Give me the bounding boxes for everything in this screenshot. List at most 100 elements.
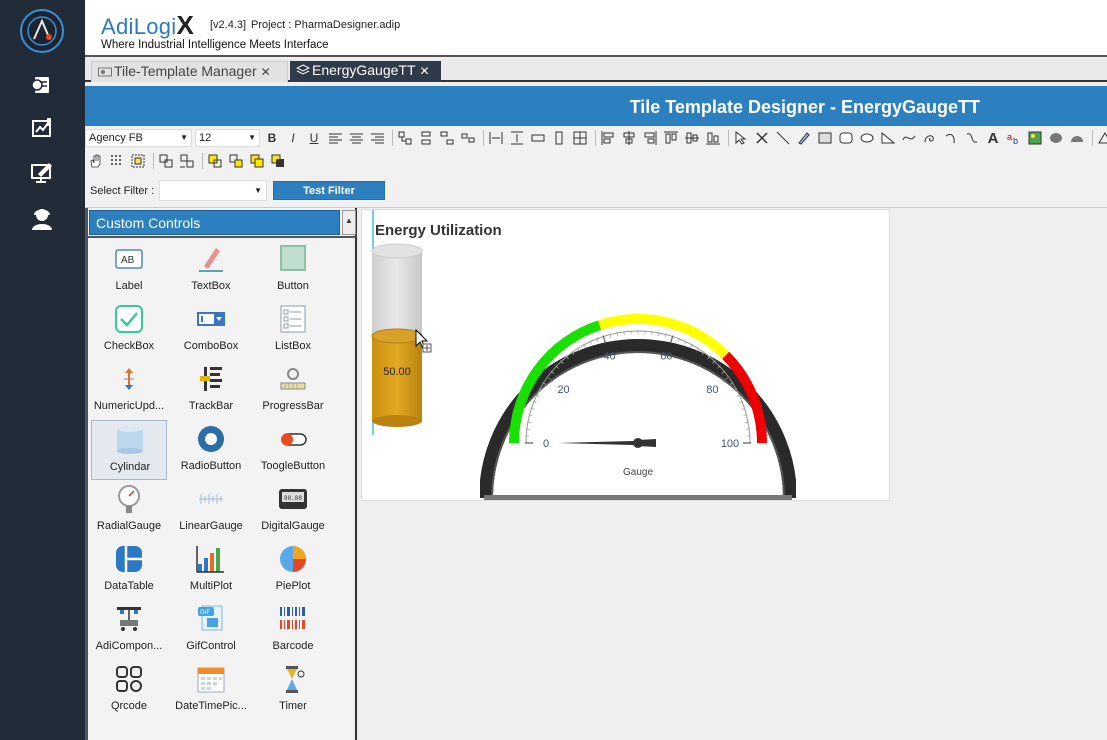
send-to-back-icon[interactable] xyxy=(227,152,245,170)
control-item-progressbar[interactable]: ProgressBar xyxy=(255,360,331,420)
control-item-multiplot[interactable]: MultiPlot xyxy=(173,540,249,600)
distribute-vertical-icon[interactable] xyxy=(508,129,526,147)
delete-x-icon[interactable] xyxy=(753,129,771,147)
control-item-qrcode[interactable]: Qrcode xyxy=(91,660,167,720)
barcode-icon xyxy=(278,604,308,634)
bring-to-front-icon[interactable] xyxy=(206,152,224,170)
control-item-radiobutton[interactable]: RadioButton xyxy=(173,420,249,480)
control-item-datetime-picker[interactable]: DateTimePic... xyxy=(173,660,249,720)
chevron-down-icon: ▼ xyxy=(180,133,188,142)
triangle-tool-icon[interactable] xyxy=(879,129,897,147)
control-item-timer[interactable]: Timer xyxy=(255,660,331,720)
control-item-label: ProgressBar xyxy=(262,400,324,412)
control-item-label[interactable]: AB Label xyxy=(91,240,167,300)
scroll-up-icon[interactable]: ▲ xyxy=(345,216,353,225)
same-width-icon[interactable] xyxy=(529,129,547,147)
align-left-icon[interactable] xyxy=(326,129,344,147)
control-item-radial-gauge[interactable]: RadialGauge xyxy=(91,480,167,540)
align-center-icon[interactable] xyxy=(347,129,365,147)
tab-tile-template-manager[interactable]: Tile-Template Manager ✕ xyxy=(91,61,288,82)
group-icon[interactable] xyxy=(157,152,175,170)
space-even-icon[interactable] xyxy=(459,129,477,147)
align-bottoms-icon[interactable] xyxy=(704,129,722,147)
button-icon xyxy=(278,244,308,274)
ungroup-icon[interactable] xyxy=(178,152,196,170)
panel-scrollbar[interactable]: ▲ xyxy=(342,210,356,235)
settings-page-icon[interactable] xyxy=(29,72,55,98)
same-size-icon[interactable] xyxy=(571,129,589,147)
cylinder-value: 50.00 xyxy=(383,366,411,378)
radial-gauge-control[interactable]: 0 20 40 60 80 100 Gauge xyxy=(479,285,797,501)
gif-icon: GIF xyxy=(196,604,226,634)
close-icon[interactable]: ✕ xyxy=(420,64,430,78)
control-item-toggle-button[interactable]: ToogleButton xyxy=(255,420,331,480)
send-backward-icon[interactable] xyxy=(269,152,287,170)
design-canvas[interactable]: Energy Utilization 50.00 0 20 40 60 80 1… xyxy=(357,208,1107,740)
text-style-icon[interactable]: ab xyxy=(1005,129,1023,147)
font-size-select[interactable]: 12 ▼ xyxy=(195,129,260,147)
line-tool-icon[interactable] xyxy=(774,129,792,147)
select-filter-label: Select Filter : xyxy=(90,185,155,197)
select-grid-icon[interactable] xyxy=(129,152,147,170)
space-vertical-icon[interactable] xyxy=(417,129,435,147)
half-circle-icon[interactable] xyxy=(1068,129,1086,147)
align-right-icon[interactable] xyxy=(368,129,386,147)
rectangle-tool-icon[interactable] xyxy=(816,129,834,147)
control-item-checkbox[interactable]: CheckBox xyxy=(91,300,167,360)
pointer-icon[interactable] xyxy=(732,129,750,147)
tab-energygaugett[interactable]: EnergyGaugeTT ✕ xyxy=(290,61,441,82)
image-tool-icon[interactable] xyxy=(1026,129,1044,147)
connector-icon[interactable] xyxy=(396,129,414,147)
text-tool-icon[interactable]: A xyxy=(984,129,1002,147)
datetime-picker-icon xyxy=(196,664,226,694)
bold-button[interactable]: B xyxy=(263,129,281,147)
ellipse-tool-icon[interactable] xyxy=(858,129,876,147)
control-item-pieplot[interactable]: PiePlot xyxy=(255,540,331,600)
bezier-tool-icon[interactable] xyxy=(963,129,981,147)
filter-select[interactable]: ▼ xyxy=(159,180,267,201)
control-item-gif[interactable]: GIF GifControl xyxy=(173,600,249,660)
italic-button[interactable]: I xyxy=(284,129,302,147)
control-item-button[interactable]: Button xyxy=(255,240,331,300)
distribute-horizontal-icon[interactable] xyxy=(487,129,505,147)
pen-tool-icon[interactable] xyxy=(795,129,813,147)
rounded-rectangle-tool-icon[interactable] xyxy=(837,129,855,147)
control-item-digital-gauge[interactable]: 88.88 DigitalGauge xyxy=(255,480,331,540)
test-filter-button[interactable]: Test Filter xyxy=(273,181,385,200)
hand-pan-icon[interactable] xyxy=(87,152,105,170)
designer-icon[interactable] xyxy=(29,115,55,141)
align-rights-icon[interactable] xyxy=(641,129,659,147)
align-centers-icon[interactable] xyxy=(620,129,638,147)
arc-tool-icon[interactable] xyxy=(942,129,960,147)
angle-tool-icon[interactable] xyxy=(1096,129,1107,147)
same-height-icon[interactable] xyxy=(550,129,568,147)
control-item-cylinder[interactable]: Cylindar xyxy=(91,420,167,480)
underline-button[interactable]: U xyxy=(305,129,323,147)
control-item-datatable[interactable]: DataTable xyxy=(91,540,167,600)
blob-shape-icon[interactable] xyxy=(1047,129,1065,147)
gauge-needle xyxy=(558,440,638,446)
close-icon[interactable]: ✕ xyxy=(261,65,271,79)
space-stagger-icon[interactable] xyxy=(438,129,456,147)
control-item-textbox[interactable]: TextBox xyxy=(173,240,249,300)
control-item-adicomponent[interactable]: AdiCompon... xyxy=(91,600,167,660)
control-item-combobox[interactable]: ComboBox xyxy=(173,300,249,360)
support-agent-icon[interactable] xyxy=(29,206,55,232)
bring-forward-icon[interactable] xyxy=(248,152,266,170)
curve-tool-icon[interactable] xyxy=(900,129,918,147)
control-item-barcode[interactable]: Barcode xyxy=(255,600,331,660)
app-logo[interactable] xyxy=(20,9,64,53)
edit-monitor-icon[interactable] xyxy=(29,160,55,186)
align-middles-icon[interactable] xyxy=(683,129,701,147)
control-item-numeric-updown[interactable]: NumericUpd... xyxy=(91,360,167,420)
tile-preview[interactable]: Energy Utilization 50.00 0 20 40 60 80 1… xyxy=(361,209,890,501)
control-item-listbox[interactable]: ListBox xyxy=(255,300,331,360)
control-item-trackbar[interactable]: TrackBar xyxy=(173,360,249,420)
freeform-tool-icon[interactable] xyxy=(921,129,939,147)
tile-title[interactable]: Energy Utilization xyxy=(375,222,502,239)
control-item-linear-gauge[interactable]: LinearGauge xyxy=(173,480,249,540)
font-family-select[interactable]: Agency FB ▼ xyxy=(85,129,192,147)
align-tops-icon[interactable] xyxy=(662,129,680,147)
align-lefts-icon[interactable] xyxy=(599,129,617,147)
grid-dots-icon[interactable] xyxy=(108,152,126,170)
